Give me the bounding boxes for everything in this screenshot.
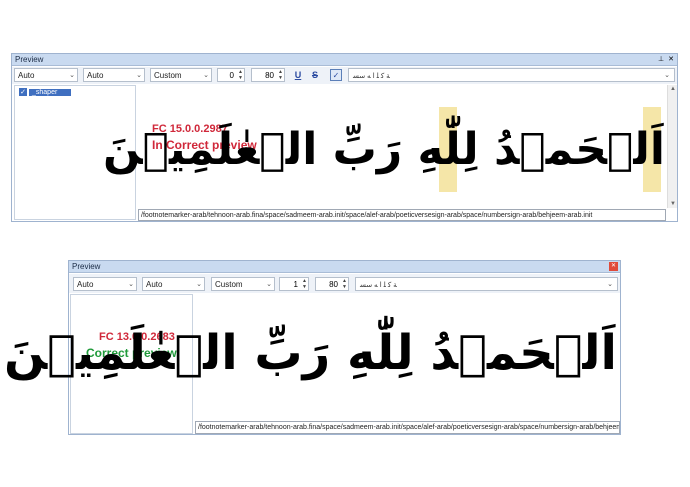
chevron-down-icon: ⌄ <box>607 281 614 288</box>
bottom-titlebar: Preview ✕ <box>69 261 620 273</box>
chevron-down-icon: ⌄ <box>203 72 209 79</box>
bottom-glyph-path[interactable]: /footnotemarker-arab/tehnoon-arab.fina/s… <box>195 421 620 434</box>
bottom-language-combo[interactable]: Auto ⌄ <box>142 277 205 291</box>
top-language-combo[interactable]: Auto ⌄ <box>83 68 145 82</box>
top-spin-1-value: 0 <box>229 71 234 80</box>
checkbox-icon[interactable]: ✓ <box>19 88 27 96</box>
chevron-down-icon: ⌄ <box>266 281 272 288</box>
top-features-combo[interactable]: Custom ⌄ <box>150 68 212 82</box>
top-window-title: Preview <box>15 55 44 64</box>
bottom-toolbar: Auto ⌄ Auto ⌄ Custom ⌄ 1 ▲ ▼ 80 ▲ ▼ ﺔ ﮐ ﻠ … <box>69 274 620 293</box>
chevron-down-icon: ⌄ <box>128 281 134 288</box>
bottom-script-combo-value: Auto <box>77 280 94 289</box>
close-icon[interactable]: ✕ <box>667 55 675 63</box>
close-icon[interactable]: ✕ <box>609 262 618 271</box>
bottom-sample-text: ﺔ ﮐ ﻠ ﺍ ﻪ ﺳﺴ <box>360 282 397 289</box>
spin-arrows-icon[interactable]: ▲ ▼ <box>342 278 347 290</box>
top-script-combo[interactable]: Auto ⌄ <box>14 68 78 82</box>
bottom-spin-1-value: 1 <box>293 280 298 289</box>
top-language-combo-value: Auto <box>87 71 104 80</box>
scroll-down-icon[interactable]: ▼ <box>670 201 676 207</box>
pin-icon[interactable]: ⊥ <box>657 55 665 63</box>
top-size-spin-value: 80 <box>265 71 274 80</box>
spin-arrows-icon[interactable]: ▲ ▼ <box>278 69 283 81</box>
bottom-window-title: Preview <box>72 262 101 271</box>
top-size-spin[interactable]: 80 ▲ ▼ <box>251 68 285 82</box>
top-preview-window: Preview ⊥ ✕ Auto ⌄ Auto ⌄ Custom ⌄ 0 ▲ ▼ … <box>11 53 678 222</box>
scroll-up-icon[interactable]: ▲ <box>670 86 676 92</box>
top-sample-text: ﺔ ﮐ ﻠ ﺍ ﻪ ﺳﺴ <box>353 73 390 80</box>
top-spin-1[interactable]: 0 ▲ ▼ <box>217 68 245 82</box>
top-scrollbar[interactable]: ▲ ▼ <box>667 85 677 208</box>
top-preview-area: FC 15.0.0.2987 In Correct preview اَلۡحَ… <box>103 85 666 208</box>
bottom-sample-text-combo[interactable]: ﺔ ﮐ ﻠ ﺍ ﻪ ﺳﺴ ⌄ <box>355 277 618 291</box>
bottom-arabic-preview: اَلۡحَمۡدُ لِلّٰهِ رَبِّ الۡعٰلَمِيۡنَ <box>3 325 617 381</box>
bottom-spin-1[interactable]: 1 ▲ ▼ <box>279 277 309 291</box>
checkbox-toggle[interactable]: ✓ <box>330 69 342 81</box>
top-titlebar: Preview ⊥ ✕ <box>12 54 677 66</box>
shaper-label: _shaper <box>29 88 71 96</box>
top-arabic-preview: اَلۡحَمۡدُ لِلّٰهِ رَبِّ الۡعٰلَمِيۡنَ <box>103 124 665 175</box>
top-script-combo-value: Auto <box>18 71 35 80</box>
underline-button[interactable]: U <box>292 69 304 81</box>
shaper-item[interactable]: ✓ _shaper <box>19 88 71 98</box>
bottom-size-spin-value: 80 <box>329 280 338 289</box>
spin-arrows-icon[interactable]: ▲ ▼ <box>302 278 307 290</box>
top-glyph-path[interactable]: /footnotemarker-arab/tehnoon-arab.fina/s… <box>138 209 666 221</box>
chevron-down-icon: ⌄ <box>136 72 142 79</box>
bottom-features-combo[interactable]: Custom ⌄ <box>211 277 275 291</box>
top-toolbar: Auto ⌄ Auto ⌄ Custom ⌄ 0 ▲ ▼ 80 ▲ ▼ U S ✓ … <box>12 67 677 84</box>
bottom-preview-window: Preview ✕ Auto ⌄ Auto ⌄ Custom ⌄ 1 ▲ ▼ 80… <box>3 260 621 435</box>
chevron-down-icon: ⌄ <box>69 72 75 79</box>
bottom-size-spin[interactable]: 80 ▲ ▼ <box>315 277 349 291</box>
chevron-down-icon: ⌄ <box>664 72 671 79</box>
chevron-down-icon: ⌄ <box>196 281 202 288</box>
bottom-preview-area: اَلۡحَمۡدُ لِلّٰهِ رَبِّ الۡعٰلَمِيۡنَ <box>3 294 619 420</box>
bottom-script-combo[interactable]: Auto ⌄ <box>73 277 137 291</box>
top-features-combo-value: Custom <box>154 71 182 80</box>
strikethrough-button[interactable]: S <box>309 69 321 81</box>
spin-arrows-icon[interactable]: ▲ ▼ <box>238 69 243 81</box>
bottom-language-combo-value: Auto <box>146 280 163 289</box>
top-sample-text-combo[interactable]: ﺔ ﮐ ﻠ ﺍ ﻪ ﺳﺴ ⌄ <box>348 68 675 82</box>
bottom-features-combo-value: Custom <box>215 280 243 289</box>
